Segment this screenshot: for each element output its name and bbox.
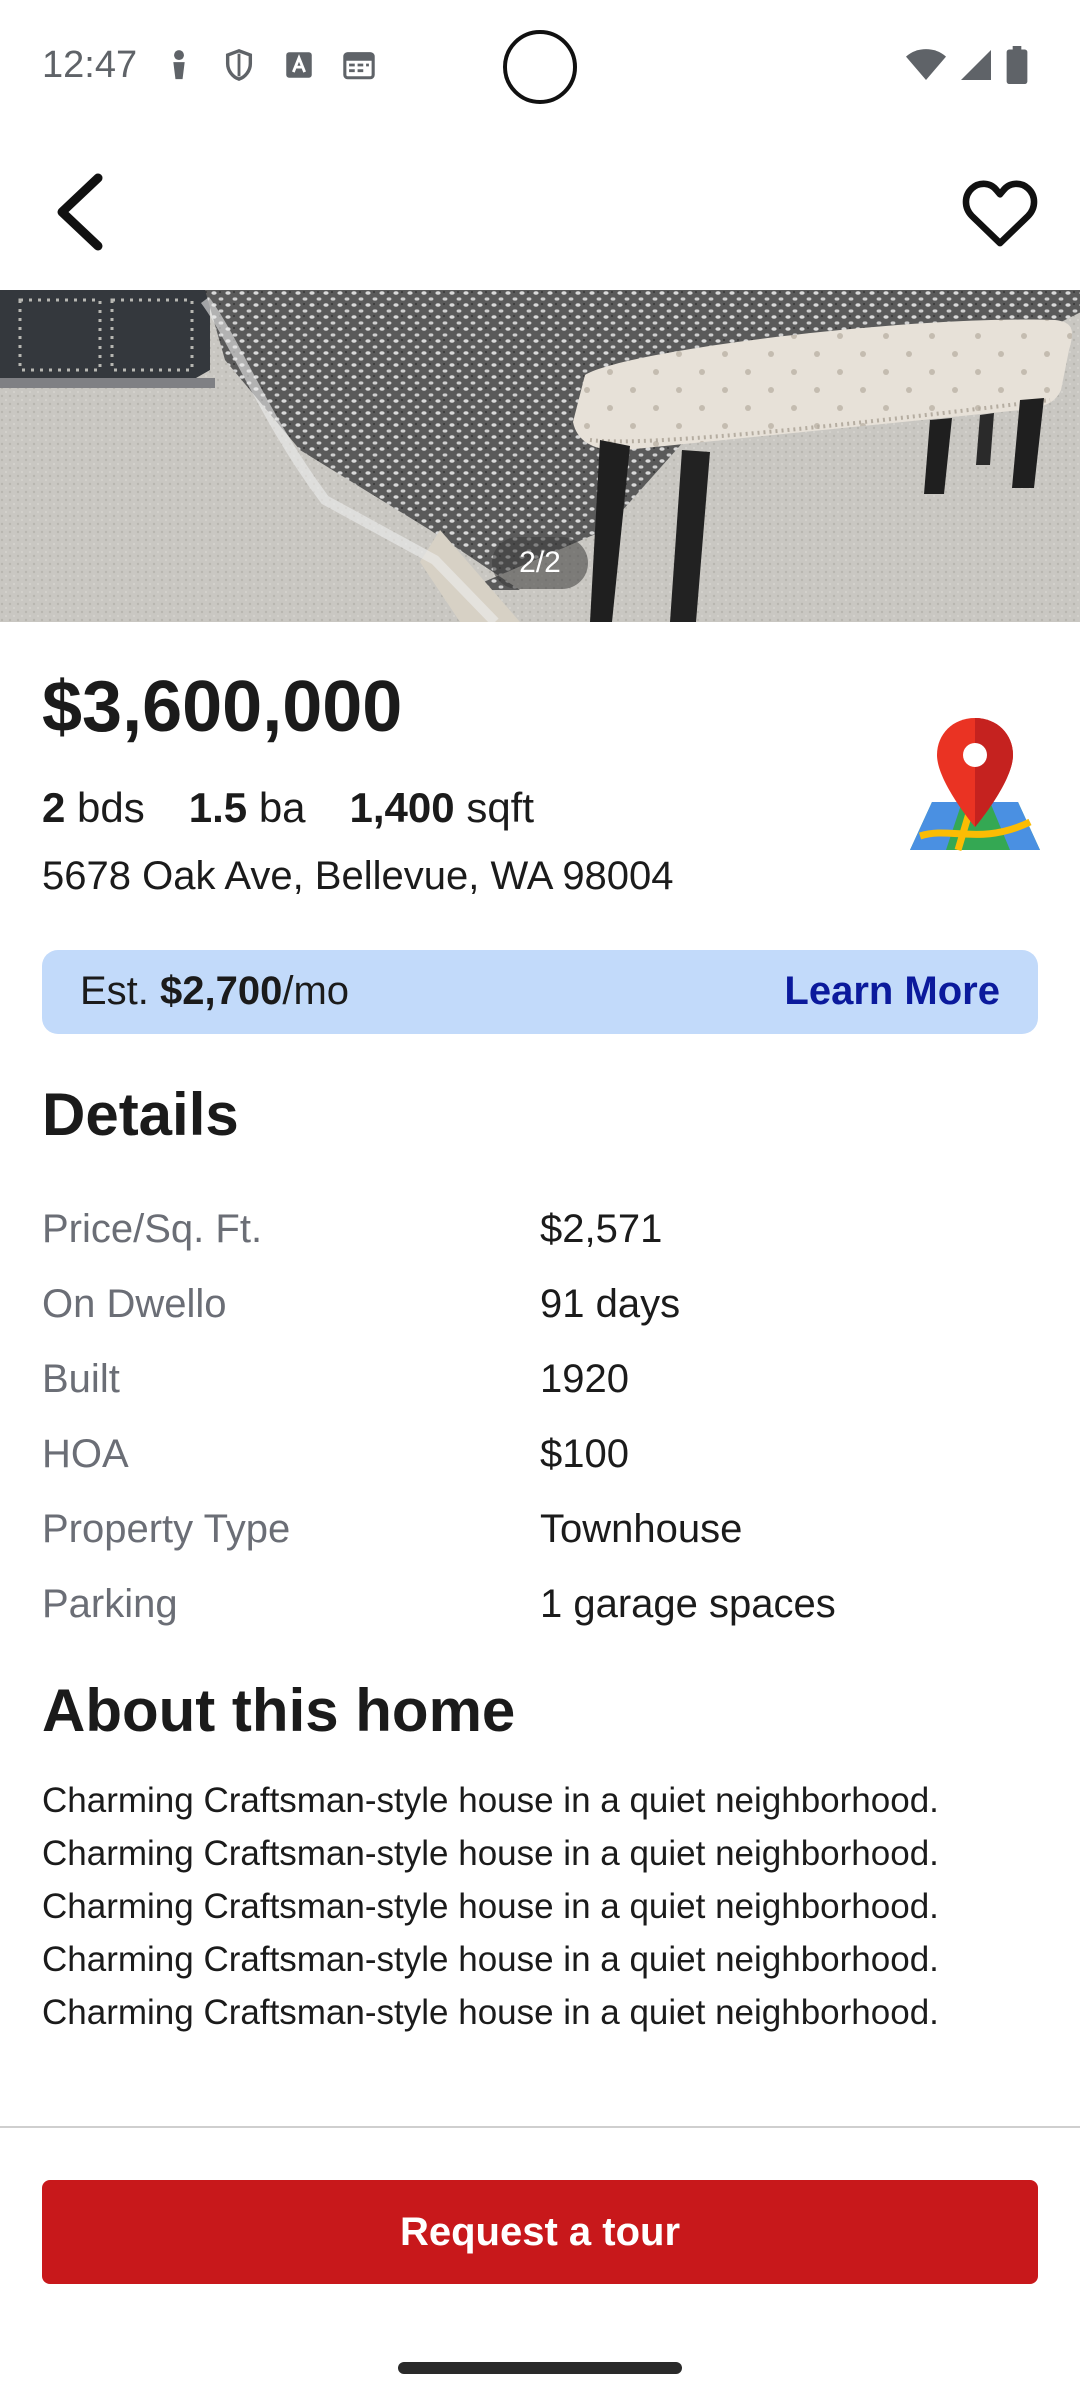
person-icon xyxy=(162,48,196,82)
beds-fact: 2 bds xyxy=(42,784,145,832)
beds-value: 2 xyxy=(42,784,66,831)
detail-label: Price/Sq. Ft. xyxy=(42,1207,263,1251)
detail-label: HOA xyxy=(42,1432,129,1476)
detail-label: Parking xyxy=(42,1582,178,1626)
calendar-icon xyxy=(342,48,376,82)
mortgage-suffix: /mo xyxy=(282,969,350,1013)
status-time: 12:47 xyxy=(42,44,138,86)
sqft-value: 1,400 xyxy=(349,784,455,831)
detail-row: Built 1920 xyxy=(42,1342,1038,1417)
detail-label: Property Type xyxy=(42,1507,291,1551)
details-heading: Details xyxy=(42,1081,239,1148)
sqft-unit: sqft xyxy=(466,784,535,831)
sqft-fact: 1,400 sqft xyxy=(350,784,534,832)
detail-value: 1920 xyxy=(540,1357,629,1401)
detail-row: Parking 1 garage spaces xyxy=(42,1567,1038,1642)
detail-label: On Dwello xyxy=(42,1282,227,1326)
baths-value: 1.5 xyxy=(188,784,248,831)
baths-unit: ba xyxy=(258,784,306,831)
details-table: Price/Sq. Ft. $2,571 On Dwello 91 days B… xyxy=(42,1192,1038,1642)
status-bar: 12:47 xyxy=(0,0,1080,132)
detail-row: Property Type Townhouse xyxy=(42,1492,1038,1567)
back-button[interactable] xyxy=(40,172,120,252)
listing-price: $3,600,000 xyxy=(42,667,403,747)
mortgage-estimate-banner[interactable]: Est. $2,700/mo Learn More xyxy=(42,950,1038,1034)
mortgage-amount: $2,700 xyxy=(160,969,283,1013)
listing-facts: 2 bds 1.5 ba 1,400 sqft xyxy=(42,784,534,832)
app-bar xyxy=(0,132,1080,290)
detail-row: On Dwello 91 days xyxy=(42,1267,1038,1342)
detail-value: 91 days xyxy=(540,1282,681,1326)
chevron-left-icon xyxy=(57,173,103,251)
bottom-divider xyxy=(0,2126,1080,2128)
beds-unit: bds xyxy=(77,784,145,831)
detail-value: 1 garage spaces xyxy=(540,1582,836,1626)
listing-address: 5678 Oak Ave, Bellevue, WA 98004 xyxy=(42,854,674,898)
mortgage-prefix: Est. xyxy=(80,969,161,1013)
camera-cutout xyxy=(503,30,577,104)
signal-icon xyxy=(958,47,994,88)
detail-row: HOA $100 xyxy=(42,1417,1038,1492)
detail-label: Built xyxy=(42,1357,120,1401)
font-download-icon xyxy=(282,48,316,82)
status-icons-left xyxy=(162,48,376,82)
battery-icon xyxy=(1006,46,1028,89)
wifi-icon xyxy=(906,47,946,88)
mortgage-estimate: Est. $2,700/mo xyxy=(80,969,349,1014)
map-button[interactable] xyxy=(910,718,1040,854)
home-indicator[interactable] xyxy=(398,2362,682,2374)
map-pin-icon xyxy=(910,718,1040,852)
learn-more-link[interactable]: Learn More xyxy=(784,969,1000,1014)
photo-counter: 2/2 xyxy=(492,537,588,589)
heart-outline-icon xyxy=(962,180,1038,247)
status-icons-right xyxy=(906,46,1028,89)
request-tour-button[interactable]: Request a tour xyxy=(42,2180,1038,2284)
favorite-button[interactable] xyxy=(960,172,1040,252)
about-description: Charming Craftsman-style house in a quie… xyxy=(42,1781,939,2032)
detail-value: $2,571 xyxy=(540,1207,663,1251)
about-heading: About this home xyxy=(42,1677,516,1744)
baths-fact: 1.5 ba xyxy=(189,784,306,832)
photo-gallery[interactable]: 2/2 xyxy=(0,290,1080,622)
detail-value: $100 xyxy=(540,1432,629,1476)
detail-value: Townhouse xyxy=(540,1507,743,1551)
shield-icon xyxy=(222,48,256,82)
detail-row: Price/Sq. Ft. $2,571 xyxy=(42,1192,1038,1267)
